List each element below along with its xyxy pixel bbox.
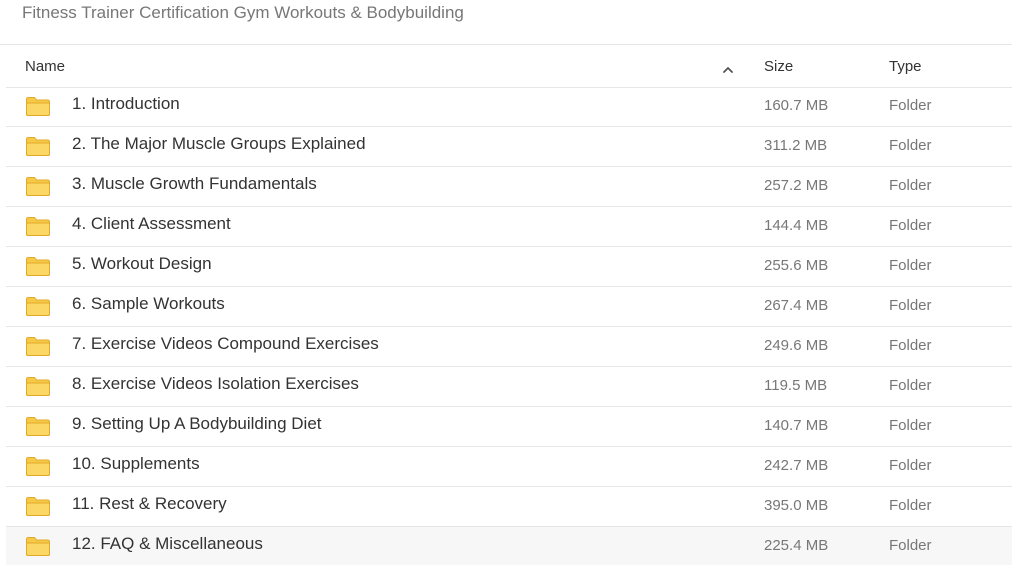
folder-icon bbox=[25, 496, 51, 517]
file-type: Folder bbox=[889, 297, 932, 314]
column-header-name[interactable]: Name bbox=[25, 58, 65, 75]
breadcrumb: Fitness Trainer Certification Gym Workou… bbox=[22, 3, 464, 22]
table-row[interactable]: 10. Supplements 242.7 MB Folder bbox=[6, 447, 1012, 487]
table-row[interactable]: 6. Sample Workouts 267.4 MB Folder bbox=[6, 287, 1012, 327]
file-name[interactable]: 2. The Major Muscle Groups Explained bbox=[72, 134, 366, 154]
file-name[interactable]: 3. Muscle Growth Fundamentals bbox=[72, 174, 317, 194]
column-header-type[interactable]: Type bbox=[889, 58, 922, 75]
file-size: 311.2 MB bbox=[764, 137, 828, 154]
table-row[interactable]: 9. Setting Up A Bodybuilding Diet 140.7 … bbox=[6, 407, 1012, 447]
file-size: 144.4 MB bbox=[764, 217, 829, 234]
folder-icon bbox=[25, 336, 51, 357]
table-row[interactable]: 11. Rest & Recovery 395.0 MB Folder bbox=[6, 487, 1012, 527]
file-type: Folder bbox=[889, 97, 932, 114]
file-type: Folder bbox=[889, 457, 932, 474]
file-name[interactable]: 8. Exercise Videos Isolation Exercises bbox=[72, 374, 359, 394]
file-name[interactable]: 4. Client Assessment bbox=[72, 214, 231, 234]
file-size: 225.4 MB bbox=[764, 537, 829, 554]
table-row[interactable]: 5. Workout Design 255.6 MB Folder bbox=[6, 247, 1012, 287]
file-size: 242.7 MB bbox=[764, 457, 829, 474]
folder-icon bbox=[25, 96, 51, 117]
table-header: Name Size Type bbox=[6, 45, 1012, 88]
file-size: 255.6 MB bbox=[764, 257, 829, 274]
table-row[interactable]: 8. Exercise Videos Isolation Exercises 1… bbox=[6, 367, 1012, 407]
file-type: Folder bbox=[889, 337, 932, 354]
file-name[interactable]: 11. Rest & Recovery bbox=[72, 494, 227, 514]
file-type: Folder bbox=[889, 257, 932, 274]
file-name[interactable]: 9. Setting Up A Bodybuilding Diet bbox=[72, 414, 322, 434]
file-list: 1. Introduction 160.7 MB Folder 2. The M… bbox=[6, 87, 1012, 565]
table-row[interactable]: 1. Introduction 160.7 MB Folder bbox=[6, 87, 1012, 127]
folder-icon bbox=[25, 296, 51, 317]
column-header-size[interactable]: Size bbox=[764, 58, 793, 75]
file-size: 249.6 MB bbox=[764, 337, 829, 354]
table-row[interactable]: 7. Exercise Videos Compound Exercises 24… bbox=[6, 327, 1012, 367]
folder-icon bbox=[25, 456, 51, 477]
file-type: Folder bbox=[889, 377, 932, 394]
file-type: Folder bbox=[889, 497, 932, 514]
table-row[interactable]: 12. FAQ & Miscellaneous 225.4 MB Folder bbox=[6, 527, 1012, 565]
folder-icon bbox=[25, 536, 51, 557]
file-size: 257.2 MB bbox=[764, 177, 829, 194]
table-row[interactable]: 4. Client Assessment 144.4 MB Folder bbox=[6, 207, 1012, 247]
file-name[interactable]: 12. FAQ & Miscellaneous bbox=[72, 534, 263, 554]
file-size: 119.5 MB bbox=[764, 377, 828, 394]
folder-icon bbox=[25, 376, 51, 397]
file-name[interactable]: 6. Sample Workouts bbox=[72, 294, 225, 314]
file-name[interactable]: 10. Supplements bbox=[72, 454, 200, 474]
folder-icon bbox=[25, 136, 51, 157]
file-size: 267.4 MB bbox=[764, 297, 829, 314]
file-size: 395.0 MB bbox=[764, 497, 829, 514]
file-type: Folder bbox=[889, 217, 932, 234]
chevron-up-icon[interactable] bbox=[721, 62, 735, 73]
table-row[interactable]: 2. The Major Muscle Groups Explained 311… bbox=[6, 127, 1012, 167]
file-name[interactable]: 1. Introduction bbox=[72, 94, 180, 114]
folder-icon bbox=[25, 416, 51, 437]
file-type: Folder bbox=[889, 137, 932, 154]
file-size: 160.7 MB bbox=[764, 97, 829, 114]
folder-icon bbox=[25, 256, 51, 277]
file-type: Folder bbox=[889, 417, 932, 434]
file-type: Folder bbox=[889, 177, 932, 194]
table-row[interactable]: 3. Muscle Growth Fundamentals 257.2 MB F… bbox=[6, 167, 1012, 207]
folder-icon bbox=[25, 176, 51, 197]
file-type: Folder bbox=[889, 537, 932, 554]
file-name[interactable]: 7. Exercise Videos Compound Exercises bbox=[72, 334, 379, 354]
file-name[interactable]: 5. Workout Design bbox=[72, 254, 212, 274]
file-size: 140.7 MB bbox=[764, 417, 829, 434]
folder-icon bbox=[25, 216, 51, 237]
